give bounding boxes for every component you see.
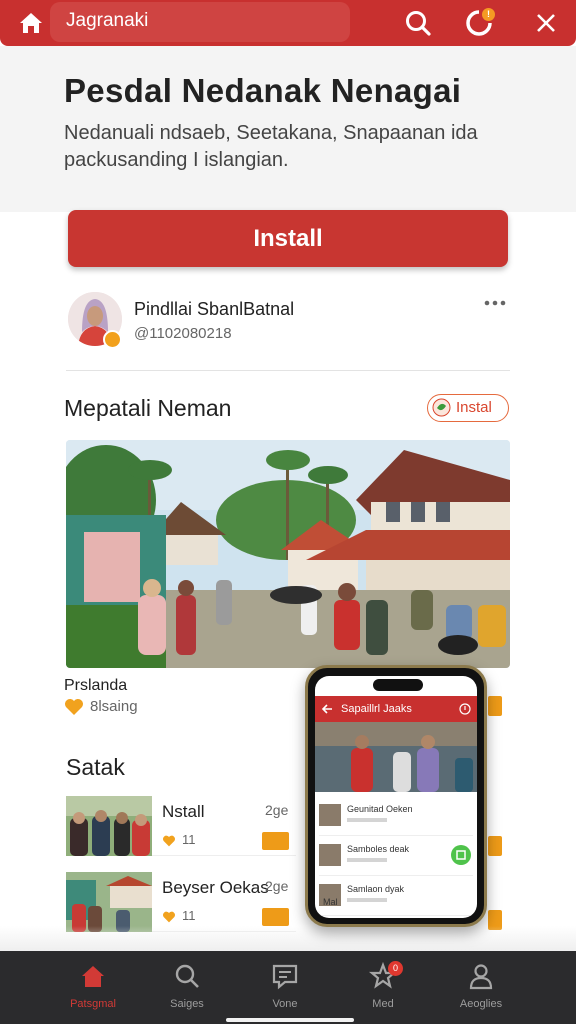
heart-icon bbox=[163, 911, 175, 922]
rating-label: 8lsaing bbox=[90, 698, 138, 715]
app-detail-page: Jagranaki ! Pesdal Nedanak Nenagai Nedan… bbox=[0, 0, 576, 1024]
card-thumbnail bbox=[66, 796, 152, 856]
nav-tab-media[interactable]: 0 Med bbox=[338, 961, 428, 1010]
people-photo-icon bbox=[315, 722, 477, 792]
card-meta: 2ge bbox=[265, 802, 289, 818]
bottom-navigation: Patsgmal Saiges Vone 0 Med Aeoglies bbox=[0, 951, 576, 1024]
phone-item-thumb bbox=[319, 844, 341, 866]
village-scene-image bbox=[66, 440, 510, 668]
developer-name[interactable]: Pindllai SbanlBatnal bbox=[134, 299, 294, 320]
heart-icon bbox=[163, 835, 175, 846]
phone-notch bbox=[373, 679, 423, 691]
phone-app-title: Sapaillrl Jaaks bbox=[341, 703, 412, 715]
search-icon[interactable] bbox=[402, 7, 434, 39]
card-likes-count: 11 bbox=[182, 908, 196, 923]
phone-item-subtitle bbox=[347, 858, 387, 862]
card-likes: 11 bbox=[162, 908, 196, 923]
home-indicator bbox=[226, 1018, 354, 1022]
card-meta: 2ge bbox=[265, 878, 289, 894]
section-title-2: Satak bbox=[66, 754, 125, 780]
phone-item-thumb bbox=[319, 804, 341, 826]
nav-label: Patsgmal bbox=[70, 998, 116, 1010]
card-likes: 11 bbox=[162, 832, 196, 847]
more-options-icon[interactable] bbox=[484, 296, 506, 310]
phone-item-title: Samlaon dyak bbox=[347, 884, 405, 894]
phone-item-subtitle bbox=[347, 898, 387, 902]
divider bbox=[66, 370, 510, 371]
card-action-button[interactable] bbox=[262, 908, 289, 926]
search-icon bbox=[175, 964, 199, 988]
info-icon[interactable] bbox=[459, 703, 471, 715]
phone-app-bar: Sapaillrl Jaaks bbox=[315, 696, 477, 722]
card-thumbnail bbox=[66, 872, 152, 932]
nav-badge: 0 bbox=[388, 961, 403, 976]
list-item[interactable]: Beyser Oekas 2ge 11 bbox=[66, 866, 296, 932]
phone-list-item[interactable]: Geunitad Oeken bbox=[319, 796, 473, 836]
rating-row: 8lsaing bbox=[64, 698, 138, 716]
hero-image[interactable] bbox=[66, 440, 510, 668]
nav-label: Aeoglies bbox=[459, 998, 503, 1010]
install-chip-button[interactable]: Instal bbox=[427, 394, 509, 422]
back-arrow-icon[interactable] bbox=[321, 703, 333, 715]
phone-mockup: Sapaillrl Jaaks Geunitad Oeken Samboles … bbox=[305, 665, 487, 927]
nav-label: Med bbox=[372, 998, 394, 1010]
install-button[interactable]: Install bbox=[68, 210, 508, 267]
close-icon[interactable] bbox=[530, 7, 562, 39]
message-icon bbox=[272, 964, 298, 990]
nav-tab-home[interactable]: Patsgmal bbox=[48, 961, 138, 1010]
home-icon bbox=[82, 966, 104, 987]
nav-label: Vone bbox=[272, 998, 298, 1010]
phone-item-subtitle bbox=[347, 818, 387, 822]
phone-footer-text: Mal bbox=[323, 897, 338, 907]
list-item[interactable]: Nstall 2ge 11 bbox=[66, 790, 296, 856]
home-icon[interactable] bbox=[16, 8, 46, 38]
phone-item-title: Samboles deak bbox=[347, 844, 410, 854]
card-title: Nstall bbox=[162, 802, 205, 821]
card-action-button[interactable] bbox=[262, 832, 289, 850]
install-chip-label: Instal bbox=[456, 399, 492, 416]
leaf-icon bbox=[432, 398, 451, 417]
heart-icon bbox=[65, 699, 83, 716]
verified-badge-icon bbox=[103, 330, 122, 349]
developer-id: @1102080218 bbox=[134, 325, 232, 342]
side-action-button[interactable] bbox=[488, 696, 502, 716]
app-bar-title: Jagranaki bbox=[66, 10, 149, 31]
group-photo-icon bbox=[66, 796, 152, 856]
phone-screen: Sapaillrl Jaaks Geunitad Oeken Samboles … bbox=[315, 676, 477, 918]
app-description: Nedanuali ndsaeb, Seetakana, Snapaanan i… bbox=[64, 122, 478, 171]
app-name: Pesdal Nedanak Nenagai bbox=[64, 72, 462, 109]
nav-tab-search[interactable]: Saiges bbox=[142, 961, 232, 1010]
notification-badge: ! bbox=[482, 8, 495, 21]
phone-list-item[interactable]: Samboles deak bbox=[319, 836, 473, 876]
phone-list-item[interactable]: Samlaon dyak bbox=[319, 876, 473, 916]
download-icon[interactable] bbox=[451, 845, 471, 865]
nav-label: Saiges bbox=[170, 998, 204, 1010]
phone-item-title: Geunitad Oeken bbox=[347, 804, 413, 814]
side-action-button[interactable] bbox=[488, 836, 502, 856]
content-fade bbox=[0, 926, 576, 952]
card-title: Beyser Oekas bbox=[162, 878, 269, 897]
profile-icon bbox=[469, 964, 493, 990]
nav-tab-messages[interactable]: Vone bbox=[240, 961, 330, 1010]
section-title: Mepatali Neman bbox=[64, 395, 232, 421]
phone-photo bbox=[315, 722, 477, 792]
card-likes-count: 11 bbox=[182, 832, 196, 847]
nav-tab-profile[interactable]: Aeoglies bbox=[436, 961, 526, 1010]
image-caption: Prslanda bbox=[64, 677, 128, 694]
village-photo-icon bbox=[66, 872, 152, 932]
top-app-bar: Jagranaki ! bbox=[0, 0, 576, 46]
